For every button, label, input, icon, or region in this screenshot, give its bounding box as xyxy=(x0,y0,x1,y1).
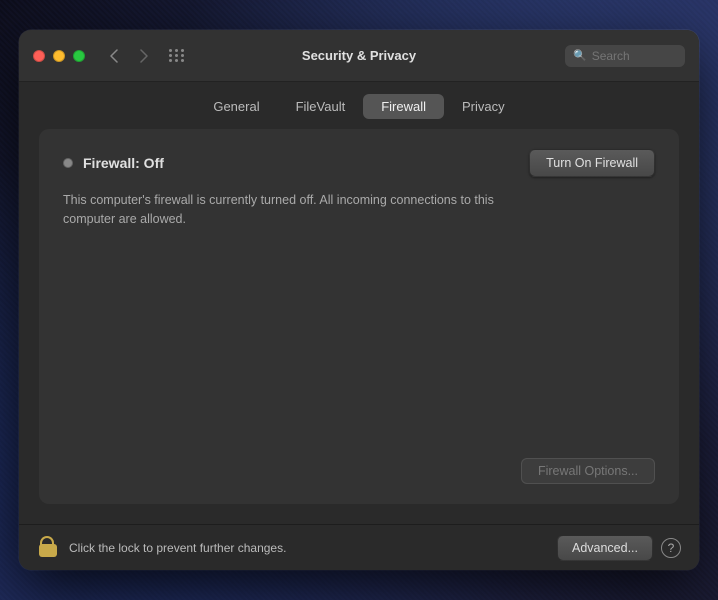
firewall-status-row: Firewall: Off Turn On Firewall xyxy=(63,149,655,177)
firewall-options-button[interactable]: Firewall Options... xyxy=(521,458,655,484)
search-bar[interactable]: 🔍 xyxy=(565,45,685,67)
titlebar: Security & Privacy 🔍 xyxy=(19,30,699,82)
firewall-status-label: Firewall: Off xyxy=(83,155,164,171)
back-button[interactable] xyxy=(101,47,127,65)
advanced-button[interactable]: Advanced... xyxy=(557,535,653,561)
security-privacy-window: Security & Privacy 🔍 General FileVault F… xyxy=(19,30,699,570)
firewall-panel: Firewall: Off Turn On Firewall This comp… xyxy=(39,129,679,504)
firewall-status-indicator xyxy=(63,158,73,168)
lock-icon[interactable] xyxy=(37,536,59,560)
window-title: Security & Privacy xyxy=(302,48,416,63)
bottom-bar: Click the lock to prevent further change… xyxy=(19,524,699,570)
grid-icon xyxy=(169,49,185,62)
tab-privacy[interactable]: Privacy xyxy=(444,94,523,119)
traffic-lights xyxy=(33,50,85,62)
firewall-description: This computer's firewall is currently tu… xyxy=(63,191,543,229)
maximize-button[interactable] xyxy=(73,50,85,62)
bottom-right-actions: Advanced... ? xyxy=(557,535,681,561)
tab-firewall[interactable]: Firewall xyxy=(363,94,444,119)
lock-section[interactable]: Click the lock to prevent further change… xyxy=(37,536,286,560)
turn-on-firewall-button[interactable]: Turn On Firewall xyxy=(529,149,655,177)
grid-button[interactable] xyxy=(169,49,185,62)
main-content: Firewall: Off Turn On Firewall This comp… xyxy=(19,119,699,524)
help-button[interactable]: ? xyxy=(661,538,681,558)
search-input[interactable] xyxy=(592,49,682,63)
search-icon: 🔍 xyxy=(573,49,587,62)
close-button[interactable] xyxy=(33,50,45,62)
forward-button[interactable] xyxy=(131,47,157,65)
nav-buttons xyxy=(101,47,157,65)
lock-body xyxy=(39,544,57,557)
firewall-status-left: Firewall: Off xyxy=(63,155,164,171)
tab-general[interactable]: General xyxy=(195,94,277,119)
minimize-button[interactable] xyxy=(53,50,65,62)
lock-label: Click the lock to prevent further change… xyxy=(69,541,286,555)
tab-filevault[interactable]: FileVault xyxy=(278,94,364,119)
tabs-container: General FileVault Firewall Privacy xyxy=(19,82,699,119)
